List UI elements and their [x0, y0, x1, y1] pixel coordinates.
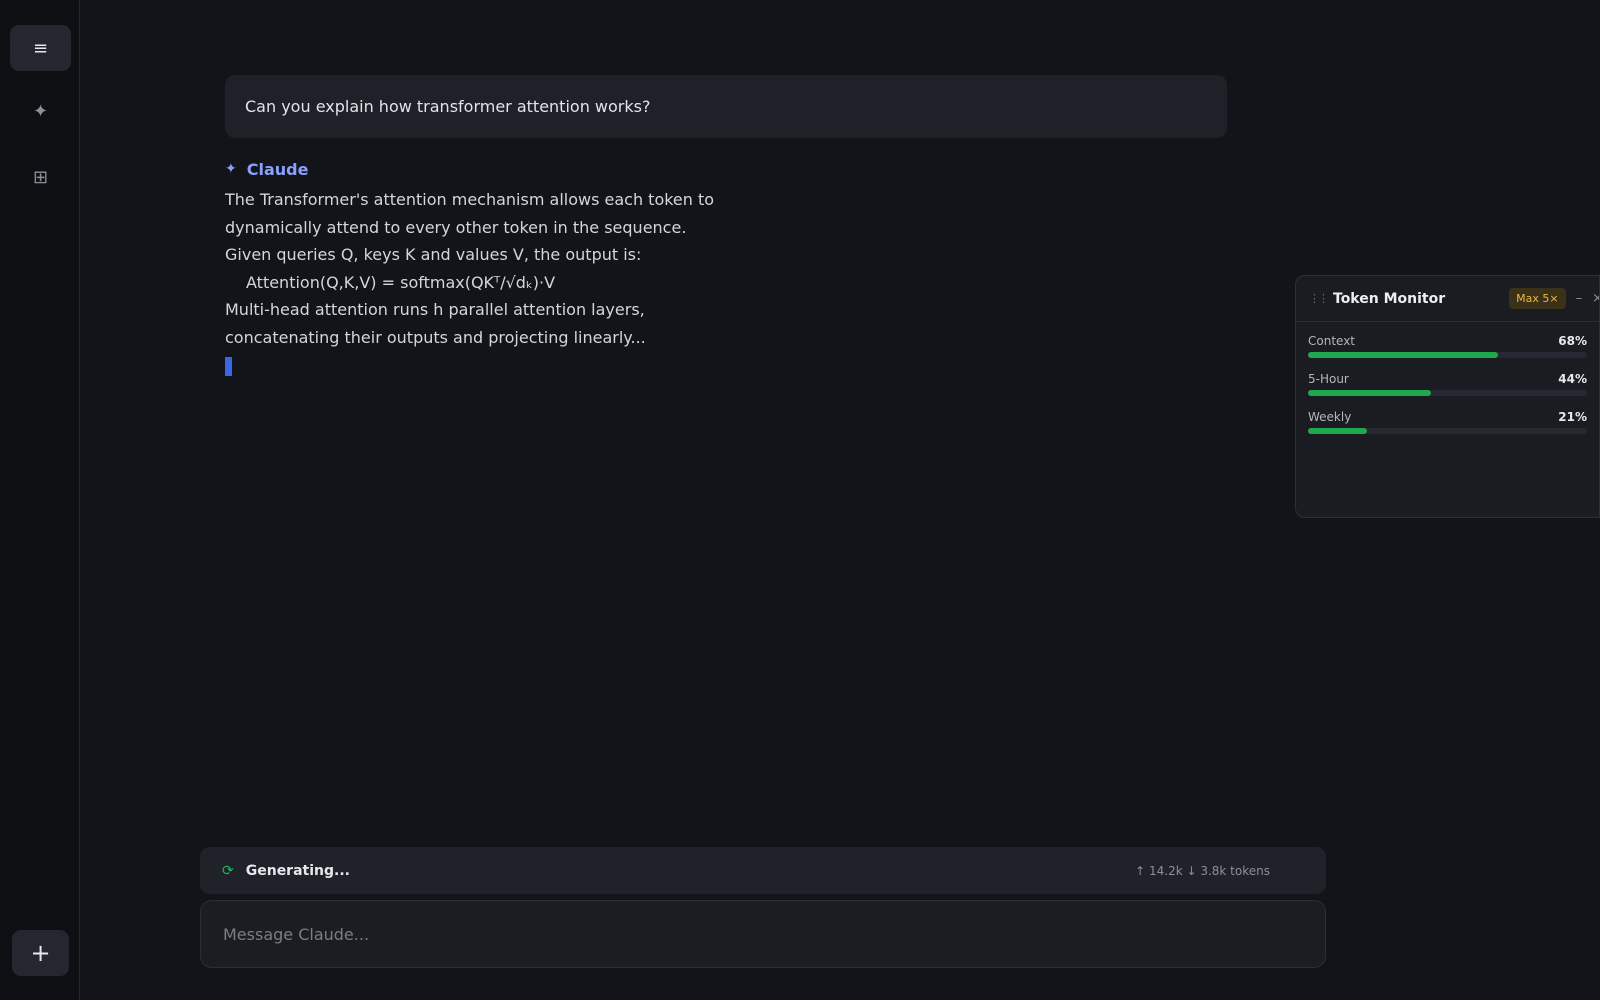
message-input[interactable]	[223, 924, 1303, 944]
menu-button[interactable]: ≡	[10, 25, 71, 71]
sidebar: ≡ ✦ ⊞ +	[0, 0, 80, 1000]
assistant-line: Multi-head attention runs h parallel att…	[225, 300, 645, 319]
token-monitor-title: Token Monitor	[1333, 290, 1446, 307]
meter-track	[1308, 428, 1587, 434]
meter-context: Context 68%	[1308, 334, 1587, 358]
assistant-text: The Transformer's attention mechanism al…	[225, 186, 785, 376]
meter-5-hour: 5-Hour 44%	[1308, 372, 1587, 396]
drag-handle-icon[interactable]: ⋮⋮	[1309, 292, 1329, 305]
generation-status-bar: ⟳ Generating... ↑ 14.2k ↓ 3.8k tokens	[200, 847, 1326, 894]
sparkle-icon: ✦	[225, 161, 237, 177]
new-chat-button[interactable]: +	[12, 930, 69, 976]
minimize-icon[interactable]: –	[1576, 291, 1583, 306]
assistant-header: ✦ Claude	[225, 158, 785, 180]
sidebar-item-sparkle[interactable]: ✦	[10, 88, 71, 134]
meter-value: 21%	[1558, 410, 1587, 424]
token-meters: Context 68% 5-Hour 44% Weekly 21%	[1296, 322, 1599, 434]
meter-track	[1308, 390, 1587, 396]
meter-fill	[1308, 390, 1431, 396]
grid-icon: ⊞	[32, 166, 49, 188]
streaming-cursor	[225, 357, 232, 376]
plan-badge: Max 5×	[1509, 288, 1566, 309]
meter-value: 44%	[1558, 372, 1587, 386]
user-message: Can you explain how transformer attentio…	[225, 75, 1227, 138]
assistant-message: ✦ Claude The Transformer's attention mec…	[225, 158, 785, 376]
hamburger-icon: ≡	[32, 37, 49, 59]
assistant-line: dynamically attend to every other token …	[225, 217, 687, 237]
meter-fill	[1308, 428, 1367, 434]
sidebar-item-grid[interactable]: ⊞	[10, 154, 71, 200]
meter-weekly: Weekly 21%	[1308, 410, 1587, 434]
message-composer[interactable]	[200, 900, 1326, 968]
assistant-line: concatenating their outputs and projecti…	[225, 327, 646, 347]
meter-label: Context	[1308, 334, 1356, 348]
assistant-name: Claude	[246, 159, 309, 179]
meter-fill	[1308, 352, 1498, 358]
plus-icon: +	[30, 939, 51, 967]
sparkle-icon: ✦	[32, 100, 49, 122]
assistant-line: Given queries Q, keys K and values V, th…	[225, 245, 642, 264]
close-icon[interactable]: ×	[1592, 291, 1599, 306]
meter-label: Weekly	[1308, 410, 1352, 424]
meter-label: 5-Hour	[1308, 372, 1349, 386]
meter-value: 68%	[1558, 334, 1587, 348]
spinner-icon: ⟳	[222, 862, 234, 879]
token-monitor-header[interactable]: ⋮⋮ Token Monitor Max 5× – ×	[1296, 276, 1599, 322]
user-message-text: Can you explain how transformer attentio…	[245, 97, 651, 116]
token-counter: ↑ 14.2k ↓ 3.8k tokens	[1135, 863, 1270, 878]
meter-track	[1308, 352, 1587, 358]
status-text: Generating...	[245, 862, 350, 879]
assistant-line: The Transformer's attention mechanism al…	[225, 190, 715, 209]
token-monitor-panel: ⋮⋮ Token Monitor Max 5× – × Context 68% …	[1295, 275, 1600, 518]
attention-formula: Attention(Q,K,V) = softmax(QKᵀ/√dₖ)·V	[246, 272, 556, 292]
